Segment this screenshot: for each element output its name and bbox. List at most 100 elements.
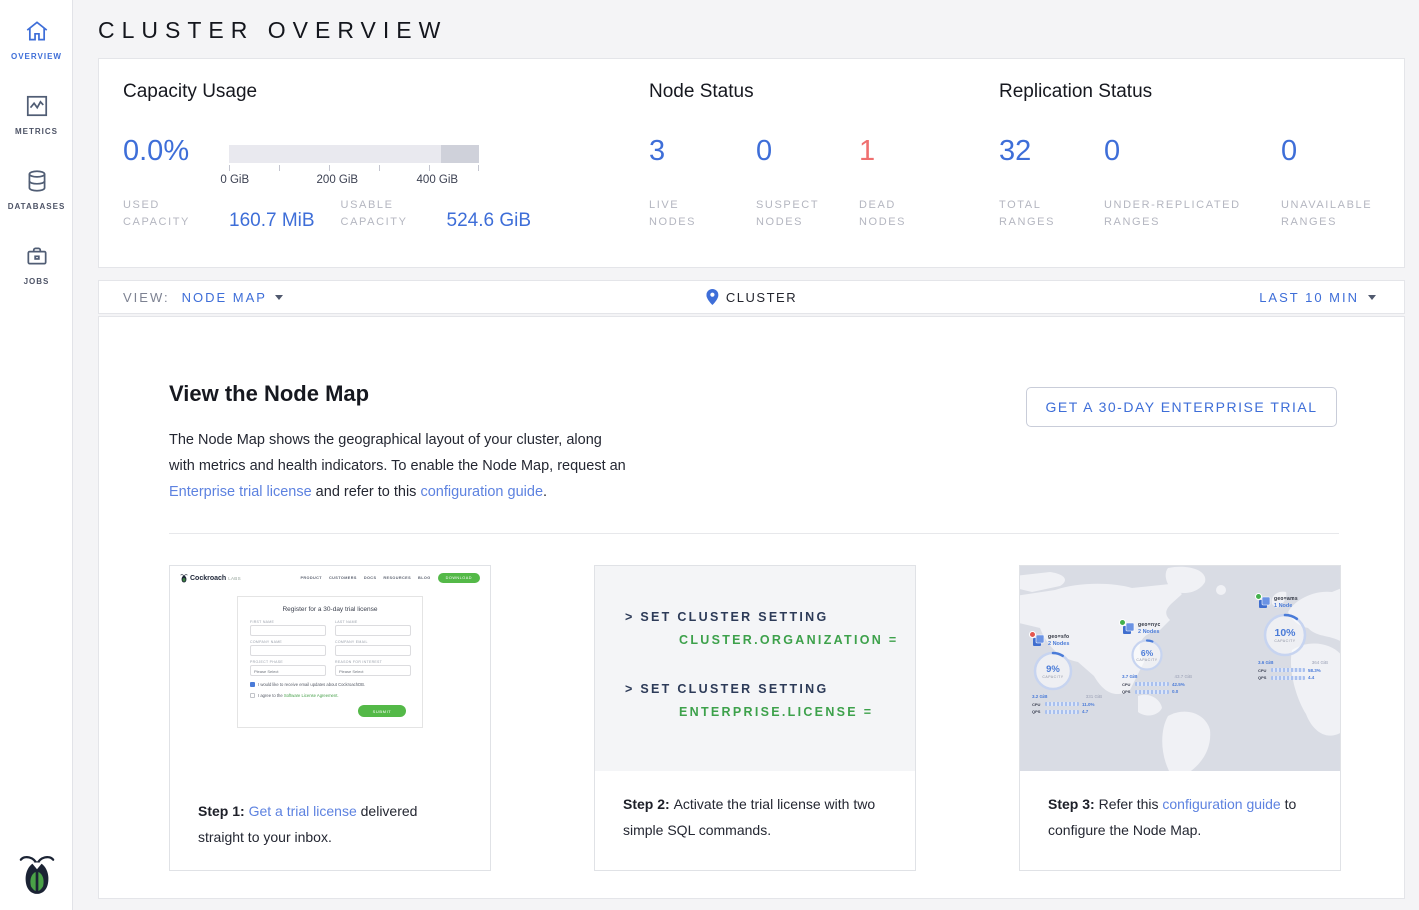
mock-text-input: [335, 645, 411, 656]
page-title: CLUSTER OVERVIEW: [98, 17, 1405, 44]
configuration-guide-link[interactable]: configuration guide: [1162, 796, 1280, 812]
capacity-percent: 0.0%: [123, 135, 189, 168]
sidebar: OVERVIEW METRICS DATABASES JOBS: [0, 0, 73, 910]
mock-checkbox-label: I agree to the Software License Agreemen…: [258, 693, 339, 698]
mock-nav: PRODUCT CUSTOMERS DOCS RESOURCES BLOG DO…: [300, 573, 480, 583]
cpu-value: 58.3%: [1308, 668, 1321, 673]
mock-field: LAST NAME: [335, 620, 411, 636]
view-label: VIEW:: [123, 290, 170, 305]
dead-nodes-value: 1: [859, 135, 979, 167]
mock-nav-item: CUSTOMERS: [329, 576, 357, 580]
axis-label: 200 GiB: [317, 174, 359, 186]
used-gib: 3.2 GiB: [1032, 694, 1048, 699]
node-map-description: The Node Map shows the geographical layo…: [169, 427, 629, 505]
capacity-percent: 6%: [1141, 648, 1153, 658]
qps-value: 4.4: [1308, 675, 1314, 680]
mock-text-input: [250, 625, 326, 636]
cluster-name: geo=ams: [1274, 596, 1298, 602]
suspect-nodes-stat: 0 SUSPECT NODES: [756, 135, 859, 231]
mock-field: FIRST NAME: [250, 620, 326, 636]
mock-nav-item: PRODUCT: [300, 576, 322, 580]
tick-mark: [478, 165, 479, 171]
cpu-value: 42.5%: [1172, 682, 1185, 687]
view-dropdown-value: NODE MAP: [182, 290, 267, 305]
axis-label: 0 GiB: [220, 174, 249, 186]
view-dropdown[interactable]: NODE MAP: [182, 290, 283, 305]
mock-field-label: FIRST NAME: [250, 620, 326, 624]
capacity-bar: [229, 145, 479, 163]
sql-prompt: > SET CLUSTER SETTING: [625, 610, 915, 624]
unavailable-ranges-stat: 0 UNAVAILABLE RANGES: [1281, 135, 1406, 231]
configuration-guide-link[interactable]: configuration guide: [420, 484, 543, 500]
mock-brand-suffix: LABS: [228, 576, 241, 581]
description-text: The Node Map shows the geographical layo…: [169, 432, 626, 474]
cpu-label: CPU: [1122, 682, 1132, 687]
mock-checkbox-row: I agree to the Software License Agreemen…: [250, 693, 410, 698]
view-bar: VIEW: NODE MAP CLUSTER LAST 10 MIN: [98, 280, 1405, 314]
mock-submit-button: SUBMIT: [358, 705, 406, 717]
app-root: OVERVIEW METRICS DATABASES JOBS: [0, 0, 1419, 910]
unavailable-ranges-value: 0: [1281, 135, 1406, 167]
sidebar-item-databases[interactable]: DATABASES: [0, 150, 73, 225]
capacity-percent: 10%: [1274, 627, 1295, 639]
mock-download-button: DOWNLOAD: [438, 573, 480, 583]
qps-bar: [1271, 676, 1305, 680]
sidebar-item-metrics[interactable]: METRICS: [0, 75, 73, 150]
capacity-usage-title: Capacity Usage: [123, 81, 257, 103]
sql-statement: ENTERPRISE.LICENSE =: [679, 705, 915, 719]
cpu-label: CPU: [1032, 702, 1042, 707]
sidebar-item-overview[interactable]: OVERVIEW: [0, 0, 73, 75]
step2-caption: Step 2: Activate the trial license with …: [595, 771, 915, 843]
tick-mark: [279, 165, 280, 171]
breadcrumb-cluster-label: CLUSTER: [726, 290, 797, 305]
suspect-nodes-label: SUSPECT NODES: [756, 197, 826, 231]
sidebar-item-label: DATABASES: [8, 202, 66, 211]
mock-brand-name: Cockroach: [190, 575, 226, 582]
step1-caption: Step 1: Get a trial license delivered st…: [170, 778, 490, 850]
used-gib: 3.6 GiB: [1258, 660, 1274, 665]
time-range-dropdown[interactable]: LAST 10 MIN: [1259, 290, 1376, 305]
sidebar-item-label: METRICS: [15, 127, 58, 136]
mock-field-label: REASON FOR INTEREST: [335, 660, 411, 664]
capacity-bar-reserved-segment: [441, 145, 479, 163]
mock-checkbox-unchecked: [250, 693, 255, 698]
metrics-chart-icon: [24, 93, 50, 119]
description-text: and refer to this: [312, 484, 421, 500]
capacity-stats: USED CAPACITY 160.7 MiB USABLE CAPACITY …: [123, 197, 531, 231]
enterprise-trial-license-link[interactable]: Enterprise trial license: [169, 484, 312, 500]
mock-field: PROJECT PHASEPlease Select: [250, 660, 326, 676]
caption-text: Refer this: [1099, 796, 1163, 812]
capacity-label: CAPACITY: [1136, 658, 1157, 662]
sidebar-item-label: JOBS: [24, 277, 50, 286]
total-gib: 331 GiB: [1086, 694, 1102, 699]
cluster-summary-card: Capacity Usage 0.0% 0 GiB 200 GiB: [98, 58, 1405, 268]
cockroach-logo-small-icon: [180, 573, 188, 583]
tick-mark: [429, 165, 430, 171]
mock-text-input: [250, 645, 326, 656]
qps-bar: [1135, 690, 1169, 694]
cpu-bar: [1045, 702, 1079, 706]
unavailable-ranges-label: UNAVAILABLE RANGES: [1281, 197, 1391, 231]
enterprise-trial-button[interactable]: GET A 30-DAY ENTERPRISE TRIAL: [1026, 387, 1337, 427]
map-cluster-sfo: geo=sfo 2 Nodes 9%CAPACITY 3.2 GiB331 Gi…: [1032, 634, 1114, 714]
sidebar-item-jobs[interactable]: JOBS: [0, 225, 73, 300]
capacity-label: CAPACITY: [1042, 675, 1063, 679]
axis-label: 400 GiB: [417, 174, 459, 186]
live-nodes-value: 3: [649, 135, 756, 167]
view-selector: VIEW: NODE MAP: [123, 290, 283, 305]
cockroach-logo: [0, 850, 73, 896]
get-trial-license-link[interactable]: Get a trial license: [249, 803, 357, 819]
qps-value: 4.7: [1082, 709, 1088, 714]
suspect-nodes-value: 0: [756, 135, 859, 167]
capacity-bar-chart: 0 GiB 200 GiB 400 GiB: [229, 145, 479, 188]
node-status-title: Node Status: [649, 81, 754, 103]
mock-nav-item: BLOG: [418, 576, 431, 580]
qps-label: QPS: [1258, 675, 1268, 680]
mock-field: COMPANY NAME: [250, 640, 326, 656]
capacity-label: CAPACITY: [1274, 639, 1295, 643]
capacity-donut: 6%CAPACITY: [1130, 638, 1164, 672]
capacity-donut: 10%CAPACITY: [1262, 612, 1308, 658]
description-text: .: [543, 484, 547, 500]
home-icon: [24, 18, 50, 44]
node-map-panel: View the Node Map The Node Map shows the…: [98, 316, 1405, 899]
